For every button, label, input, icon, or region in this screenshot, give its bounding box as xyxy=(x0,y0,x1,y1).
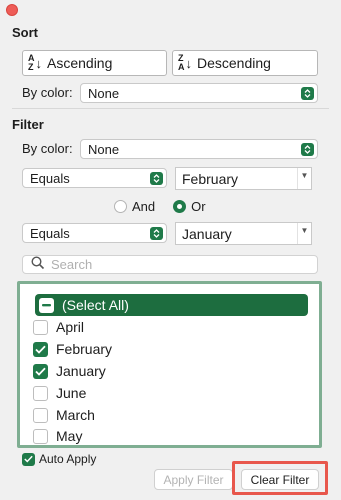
logic-radio-group: And Or xyxy=(114,199,206,214)
list-item-may[interactable]: May xyxy=(33,425,307,447)
sort-ascending-label: Ascending xyxy=(47,55,113,71)
filter-section-title: Filter xyxy=(12,117,44,132)
checkbox[interactable] xyxy=(33,319,48,335)
list-item-label: April xyxy=(56,319,85,335)
search-input[interactable] xyxy=(51,257,301,272)
list-item-march[interactable]: March xyxy=(33,404,307,426)
search-icon xyxy=(31,256,45,273)
auto-apply-checkbox[interactable] xyxy=(22,452,35,466)
section-divider xyxy=(12,108,329,109)
list-item-select-all[interactable]: (Select All) xyxy=(35,294,308,316)
chevron-down-icon[interactable]: ▼ xyxy=(297,168,311,189)
checkbox-checked-icon[interactable] xyxy=(33,363,48,379)
filter-by-color-label: By color: xyxy=(22,141,73,156)
sort-by-color-select[interactable]: None xyxy=(80,83,318,103)
condition1-value: February xyxy=(182,170,239,187)
checkbox[interactable] xyxy=(33,428,48,444)
sort-descending-button[interactable]: Z A ↓ Descending xyxy=(172,50,318,76)
sort-descending-label: Descending xyxy=(197,55,271,71)
list-item-label: May xyxy=(56,428,83,444)
clear-filter-button[interactable]: Clear Filter xyxy=(241,469,319,490)
stepper-icon xyxy=(150,227,163,240)
filter-by-color-select[interactable]: None xyxy=(80,139,318,159)
checkbox[interactable] xyxy=(33,385,48,401)
list-item-january[interactable]: January xyxy=(33,360,307,382)
list-item-june[interactable]: June xyxy=(33,382,307,404)
list-item-label: February xyxy=(56,341,113,357)
or-label: Or xyxy=(191,199,206,214)
value-list: (Select All) April February January June… xyxy=(17,281,322,448)
checkbox-checked-icon[interactable] xyxy=(33,341,48,357)
list-item-label: March xyxy=(56,407,95,423)
and-label: And xyxy=(132,199,156,214)
list-item-label: January xyxy=(56,363,106,379)
condition1-value-combo[interactable]: February ▼ xyxy=(175,167,312,190)
search-box xyxy=(22,255,318,274)
stepper-icon xyxy=(301,143,314,156)
sort-ascending-icon: A Z ↓ xyxy=(28,53,42,72)
apply-filter-button[interactable]: Apply Filter xyxy=(154,469,233,490)
sort-section-title: Sort xyxy=(12,25,38,40)
condition1-operator-select[interactable]: Equals xyxy=(22,168,167,188)
condition2-operator-value: Equals xyxy=(30,225,70,241)
sort-by-color-label: By color: xyxy=(22,85,73,100)
sort-descending-icon: Z A ↓ xyxy=(178,53,192,72)
stepper-icon xyxy=(301,87,314,100)
condition2-value-combo[interactable]: January ▼ xyxy=(175,222,312,245)
sort-by-color-value: None xyxy=(88,85,120,101)
list-item-february[interactable]: February xyxy=(33,338,307,360)
condition2-operator-select[interactable]: Equals xyxy=(22,223,167,243)
and-radio[interactable] xyxy=(114,200,127,213)
mixed-checkbox-icon[interactable] xyxy=(39,297,54,313)
or-radio[interactable] xyxy=(173,200,187,213)
condition1-operator-value: Equals xyxy=(30,170,70,186)
filter-by-color-value: None xyxy=(88,141,120,157)
auto-apply-label: Auto Apply xyxy=(39,452,97,466)
sort-ascending-button[interactable]: A Z ↓ Ascending xyxy=(22,50,167,76)
close-window-button[interactable] xyxy=(6,4,18,16)
list-item-april[interactable]: April xyxy=(33,316,307,338)
chevron-down-icon[interactable]: ▼ xyxy=(297,223,311,244)
condition2-value: January xyxy=(182,225,232,242)
stepper-icon xyxy=(150,172,163,185)
checkbox[interactable] xyxy=(33,407,48,423)
list-item-label: June xyxy=(56,385,87,401)
auto-apply-row: Auto Apply xyxy=(22,452,96,466)
list-item-label: (Select All) xyxy=(62,297,129,313)
